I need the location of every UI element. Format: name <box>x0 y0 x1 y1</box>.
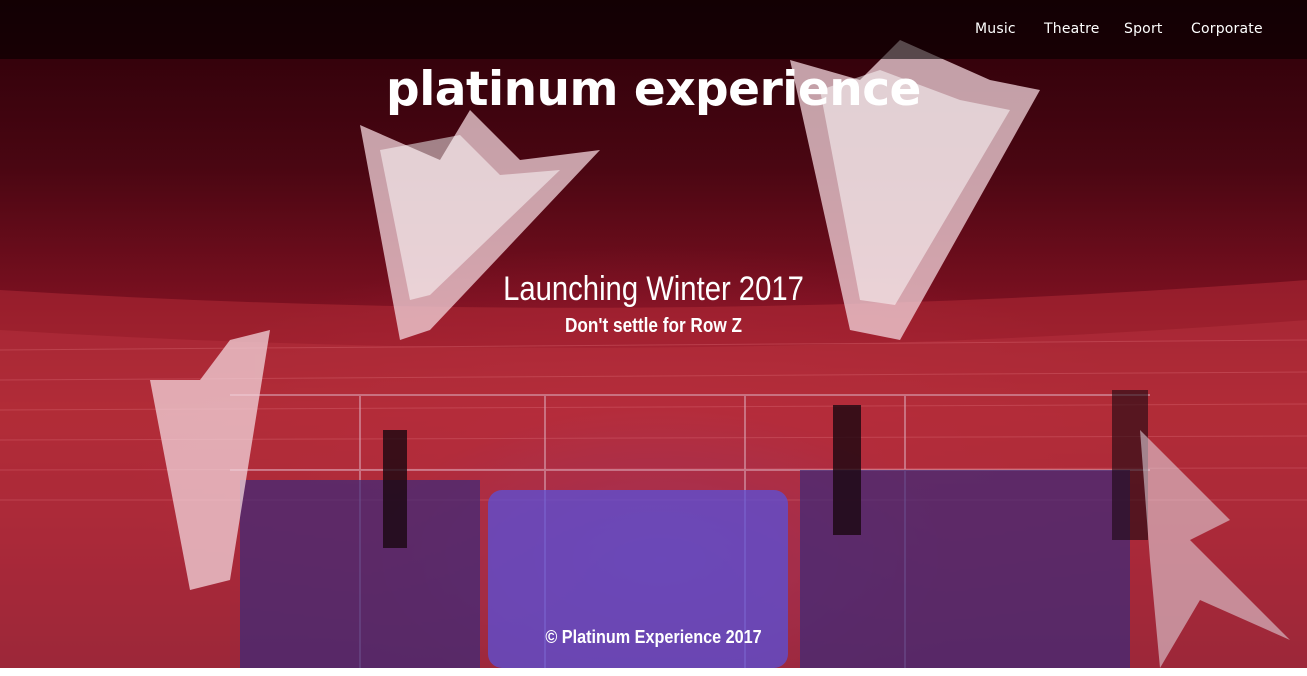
hero-headline: Launching Winter 2017 <box>503 270 804 308</box>
brand-title: platinum experience <box>386 62 921 117</box>
footer-copyright: © Platinum Experience 2017 <box>545 627 762 647</box>
nav-item-music[interactable]: Music <box>975 21 1016 37</box>
nav-item-theatre[interactable]: Theatre <box>1044 21 1100 37</box>
nav-item-sport[interactable]: Sport <box>1124 21 1163 37</box>
nav-item-corporate[interactable]: Corporate <box>1191 21 1263 37</box>
top-navbar: Music Theatre Sport Corporate <box>0 0 1307 59</box>
hero-tagline: Don't settle for Row Z <box>564 315 743 337</box>
